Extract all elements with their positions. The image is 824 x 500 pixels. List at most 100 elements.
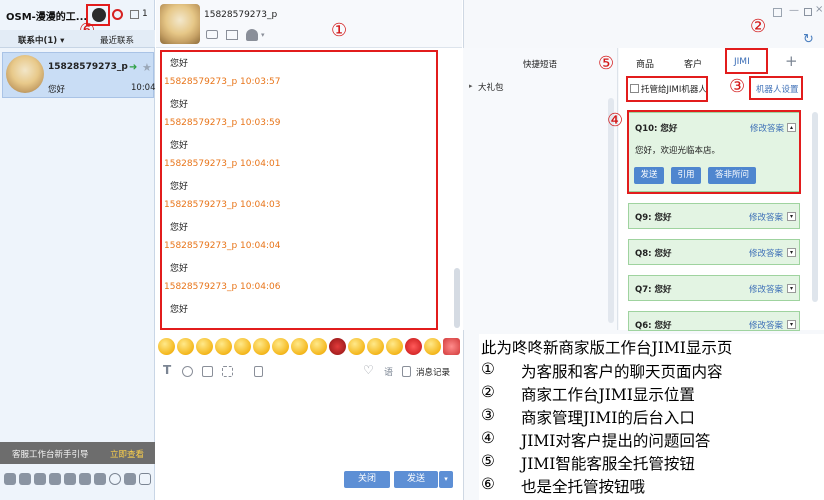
qa-expand-icon[interactable]: ▾ <box>787 212 796 221</box>
text-format-icon[interactable]: T <box>163 363 171 377</box>
contact-avatar <box>6 55 44 93</box>
emoji-row <box>156 334 462 360</box>
send-button[interactable]: 发送 <box>394 471 438 488</box>
qa-question: Q7: 您好 <box>635 285 672 295</box>
qa-card[interactable]: Q6: 您好 修改答案 ▾ <box>628 311 800 331</box>
emoji-icon[interactable] <box>348 338 365 355</box>
emoji-icon[interactable] <box>215 338 232 355</box>
caption-num-1: ① <box>481 360 495 378</box>
phone-icon[interactable] <box>254 366 263 377</box>
emoji-icon[interactable] <box>177 338 194 355</box>
contact-list-item[interactable]: 15828579273_p ➜ ★ 您好 10:04 <box>2 52 156 98</box>
emoji-icon[interactable] <box>272 338 289 355</box>
image-icon[interactable] <box>79 473 91 485</box>
edit-icon[interactable] <box>139 473 151 485</box>
gift-emoji-icon[interactable] <box>443 338 460 355</box>
caption-num-3: ③ <box>481 406 495 424</box>
search-icon[interactable] <box>109 473 121 485</box>
smiley-icon[interactable] <box>182 366 193 377</box>
qa-edit-link[interactable]: 修改答案 <box>749 247 783 259</box>
calendar-icon[interactable] <box>226 30 238 40</box>
contacts-icon[interactable] <box>4 473 16 485</box>
input-toolbar: T ♡ 语 消息记录 <box>156 361 462 381</box>
emoji-icon[interactable] <box>291 338 308 355</box>
history-icon[interactable] <box>402 366 411 377</box>
gift-expand-icon[interactable]: ▸ <box>469 82 473 90</box>
add-tab-icon[interactable]: + <box>785 52 798 70</box>
qa-expand-icon[interactable]: ▾ <box>787 320 796 329</box>
qa-wrong-answer-button[interactable]: 答非所问 <box>708 167 756 184</box>
annotation-box-2 <box>725 48 768 74</box>
chat-icon[interactable] <box>19 473 31 485</box>
caption-num-2: ② <box>481 383 495 401</box>
user-dropdown-icon[interactable]: ▾ <box>261 31 265 39</box>
tab-contacting[interactable]: 联系中(1) ▾ <box>18 34 64 46</box>
emoji-icon[interactable] <box>253 338 270 355</box>
block-icon[interactable] <box>112 9 123 20</box>
emoji-icon[interactable] <box>158 338 175 355</box>
chat-scrollbar[interactable] <box>454 268 460 328</box>
bottom-toolbar <box>0 468 155 490</box>
tab-recent[interactable]: 最近联系 <box>100 34 134 46</box>
send-options-button[interactable]: ▾ <box>439 471 453 488</box>
qa-quote-button[interactable]: 引用 <box>671 167 701 184</box>
history-label[interactable]: 消息记录 <box>416 366 450 378</box>
voice-label[interactable]: 语 <box>384 365 393 378</box>
chat-header-name: 15828579273_p <box>204 10 278 20</box>
close-window-icon[interactable]: × <box>815 4 823 15</box>
screenshot-icon[interactable] <box>222 366 233 377</box>
tab-customer[interactable]: 客户 <box>684 57 702 70</box>
qa-card[interactable]: Q8: 您好 修改答案 ▾ <box>628 239 800 265</box>
contact-name: 15828579273_p <box>48 62 128 72</box>
contact-tabbar: 联系中(1) ▾ 最近联系 <box>0 30 155 48</box>
emoji-icon[interactable] <box>234 338 251 355</box>
qa-send-button[interactable]: 发送 <box>634 167 664 184</box>
qa-question: Q8: 您好 <box>635 249 672 259</box>
transfer-arrow-icon[interactable]: ➜ <box>129 62 137 73</box>
rose-emoji-icon[interactable] <box>329 338 346 355</box>
qa-collapse-icon[interactable]: ▴ <box>787 123 796 132</box>
annotation-box-3 <box>749 76 803 100</box>
jimi-scrollbar[interactable] <box>812 112 818 302</box>
heart-emoji-icon[interactable] <box>405 338 422 355</box>
comment-icon[interactable] <box>94 473 106 485</box>
helper-link[interactable]: 立即查看 <box>110 448 144 460</box>
app-title: OSM-漫漫的工... <box>6 12 88 23</box>
quick-phrase-scrollbar[interactable] <box>608 98 614 323</box>
refresh-icon[interactable]: ↻ <box>803 32 814 47</box>
close-button[interactable]: 关闭 <box>344 471 390 488</box>
star-icon[interactable]: ★ <box>142 61 152 74</box>
qa-expand-icon[interactable]: ▾ <box>787 248 796 257</box>
maximize-icon[interactable] <box>804 8 812 16</box>
emoji-icon[interactable] <box>367 338 384 355</box>
minimize-icon[interactable]: — <box>789 5 799 16</box>
qa-card[interactable]: Q9: 您好 修改答案 ▾ <box>628 203 800 229</box>
gift-item[interactable]: 大礼包 <box>478 81 504 93</box>
image-icon[interactable] <box>202 366 213 377</box>
emoji-icon[interactable] <box>196 338 213 355</box>
list-icon[interactable] <box>124 473 136 485</box>
group-icon[interactable] <box>34 473 46 485</box>
qa-edit-link[interactable]: 修改答案 <box>749 319 783 330</box>
shop-icon[interactable] <box>49 473 61 485</box>
annotation-box-5 <box>626 76 708 102</box>
apps-icon[interactable] <box>64 473 76 485</box>
qa-card[interactable]: Q7: 您好 修改答案 ▾ <box>628 275 800 301</box>
tab-product[interactable]: 商品 <box>636 57 654 70</box>
heart-icon[interactable]: ♡ <box>363 363 374 377</box>
emoji-icon[interactable] <box>424 338 441 355</box>
transfer-icon[interactable] <box>206 30 218 39</box>
caption-text-2: 商家工作台JIMI显示位置 <box>521 386 695 404</box>
emoji-icon[interactable] <box>386 338 403 355</box>
qa-edit-link[interactable]: 修改答案 <box>750 122 784 134</box>
qa-edit-link[interactable]: 修改答案 <box>749 211 783 223</box>
contact-last-message: 您好 <box>48 85 66 95</box>
qa-edit-link[interactable]: 修改答案 <box>749 283 783 295</box>
chat-avatar <box>160 4 200 44</box>
qa-expand-icon[interactable]: ▾ <box>787 284 796 293</box>
unread-count: 1 <box>142 9 148 19</box>
skin-icon[interactable] <box>773 8 782 17</box>
user-icon[interactable] <box>246 29 258 41</box>
emoji-icon[interactable] <box>310 338 327 355</box>
message-icon[interactable] <box>130 10 139 19</box>
